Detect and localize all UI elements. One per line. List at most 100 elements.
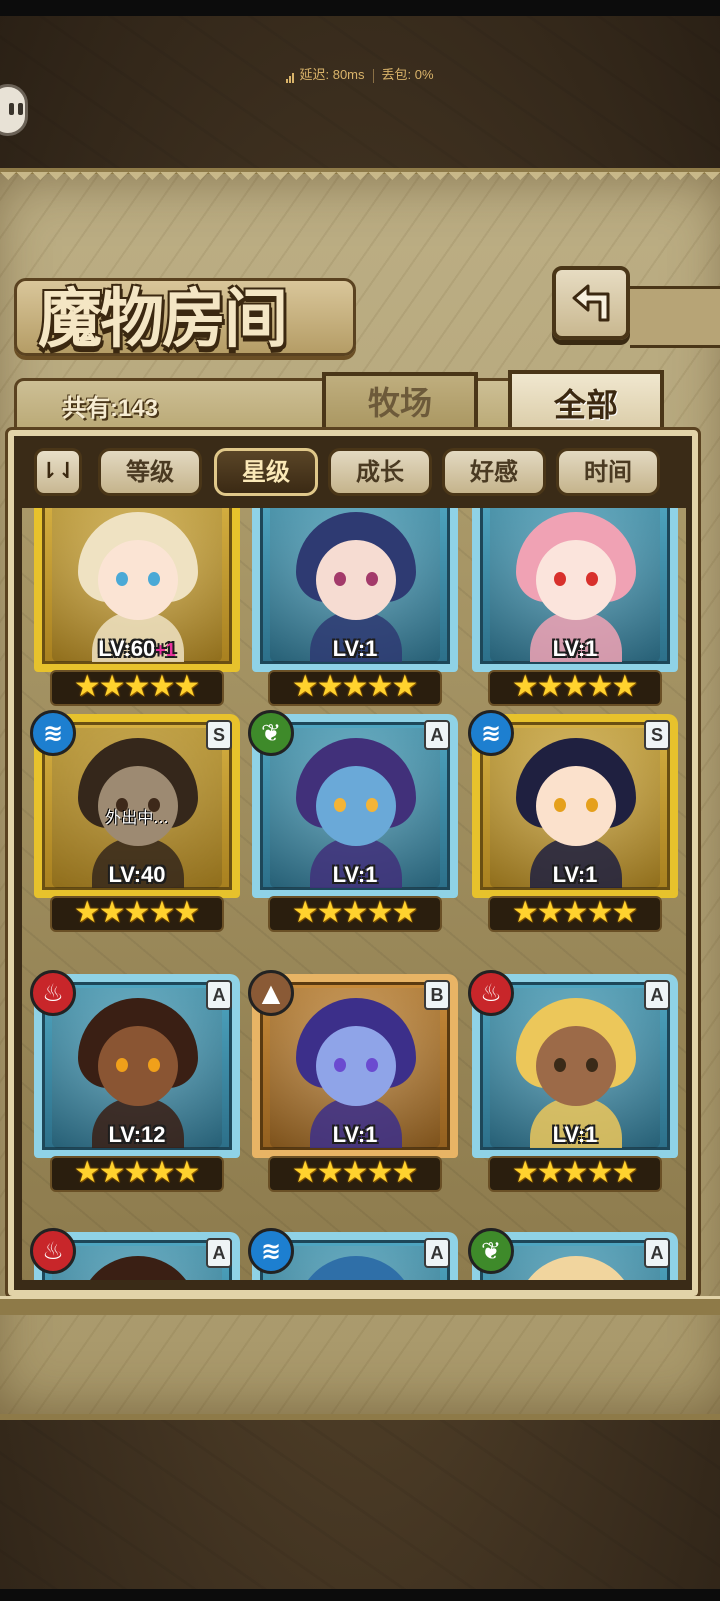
grass-element-icon: ❦ — [468, 1228, 514, 1274]
star-icon: ★ — [611, 1155, 639, 1190]
monster-card[interactable]: ▲ B LV:1 ★★★★★ — [248, 970, 458, 1214]
rank-badge: A — [644, 980, 670, 1010]
star-icon: ★ — [291, 669, 319, 704]
portrait-hair — [78, 1256, 198, 1280]
monster-level: LV:1 — [472, 636, 678, 662]
star-icon: ★ — [536, 669, 564, 704]
monster-card[interactable]: ≋ S 外出中... LV:40 ★★★★★ — [30, 710, 240, 954]
portrait-face — [536, 1026, 616, 1106]
away-status: 外出中... — [105, 808, 169, 827]
star-icon: ★ — [123, 1155, 151, 1190]
star-icon: ★ — [341, 669, 369, 704]
star-icon: ★ — [291, 895, 319, 930]
monster-count: 共有:143 — [62, 395, 159, 422]
star-icon: ★ — [123, 895, 151, 930]
monster-card[interactable]: ❦ A — [468, 1228, 678, 1280]
rank-badge: A — [424, 1238, 450, 1268]
portrait-eye — [148, 572, 160, 586]
star-icon: ★ — [173, 895, 201, 930]
star-icon: ★ — [98, 669, 126, 704]
grass-element-icon: ❦ — [248, 710, 294, 756]
floating-menu-button[interactable] — [0, 84, 28, 136]
water-element-icon: ≋ — [468, 710, 514, 756]
monster-card[interactable]: ≋ S LV:1 ★★★★★ — [468, 710, 678, 954]
monster-card[interactable]: ❦ A LV:1 ★★★★★ — [248, 710, 458, 954]
network-status: 延迟: 80ms 丢包: 0% — [0, 64, 720, 84]
back-button-base — [630, 286, 720, 348]
portrait-hair — [516, 1256, 636, 1280]
portrait-eye — [554, 572, 566, 586]
tab-ranch[interactable]: 牧场 — [322, 372, 478, 434]
monster-portrait — [52, 1246, 222, 1280]
level-text: LV:1 — [332, 1122, 378, 1147]
portrait-eye — [334, 798, 346, 812]
portrait-eye — [586, 798, 598, 812]
portrait-eye — [116, 1058, 128, 1072]
level-text: LV:1 — [552, 862, 598, 887]
status-bar — [0, 0, 720, 16]
status-divider — [372, 68, 374, 83]
sort-level-button[interactable]: 等级 — [98, 448, 202, 496]
star-rating: ★★★★★ — [50, 670, 224, 706]
earth-element-icon: ▲ — [248, 970, 294, 1016]
rank-badge: A — [206, 980, 232, 1010]
sort-star-button[interactable]: 星级 — [214, 448, 318, 496]
portrait-hair — [296, 1256, 416, 1280]
level-text: LV:60 — [98, 636, 156, 661]
monster-card[interactable]: ♨ A — [30, 1228, 240, 1280]
back-button[interactable] — [552, 266, 630, 340]
star-icon: ★ — [148, 1155, 176, 1190]
portrait-face — [98, 1026, 178, 1106]
star-icon: ★ — [586, 669, 614, 704]
monster-level: LV:1 — [252, 862, 458, 888]
star-icon: ★ — [511, 1155, 539, 1190]
star-icon: ★ — [536, 895, 564, 930]
panel-bottom-edge — [0, 1296, 720, 1315]
star-icon: ★ — [366, 1155, 394, 1190]
monster-level: LV:1 — [472, 862, 678, 888]
sort-growth-button[interactable]: 成长 — [328, 448, 432, 496]
latency-text: 延迟: 80ms — [299, 67, 365, 82]
signal-icon — [286, 68, 295, 84]
monster-level: LV:12 — [34, 1122, 240, 1148]
star-rating: ★★★★★ — [268, 670, 442, 706]
monster-level: LV:1 — [252, 1122, 458, 1148]
monster-card[interactable]: ♨ A LV:12 ★★★★★ — [30, 970, 240, 1214]
monster-card[interactable]: ♨ A LV:1 ★★★★★ — [468, 970, 678, 1214]
star-icon: ★ — [341, 1155, 369, 1190]
sort-order-toggle[interactable]: ⇂⇃ — [34, 448, 82, 496]
level-bonus: +1 — [155, 640, 176, 660]
star-icon: ★ — [611, 895, 639, 930]
monster-card[interactable]: LV:1 ★★★★★ — [252, 508, 458, 728]
portrait-face — [98, 540, 178, 620]
panel-zigzag-border — [0, 172, 720, 188]
monster-level: LV:1 — [472, 1122, 678, 1148]
monster-card[interactable]: LV:60+1 ★★★★★ — [34, 508, 240, 728]
portrait-eye — [366, 798, 378, 812]
level-text: LV:40 — [108, 862, 166, 887]
game-screen: 延迟: 80ms 丢包: 0% 魔物房间 共有:143 牧场 全部 ⇂⇃ 等级 星… — [0, 0, 720, 1601]
sort-time-button[interactable]: 时间 — [556, 448, 660, 496]
level-text: LV:1 — [552, 636, 598, 661]
portrait-face — [536, 540, 616, 620]
star-icon: ★ — [148, 895, 176, 930]
star-rating: ★★★★★ — [488, 896, 662, 932]
monster-portrait — [490, 1246, 660, 1280]
monster-card[interactable]: LV:1 ★★★★★ — [472, 508, 678, 728]
star-icon: ★ — [148, 669, 176, 704]
navigation-bar — [0, 1589, 720, 1601]
rank-badge: S — [206, 720, 232, 750]
sort-affection-button[interactable]: 好感 — [442, 448, 546, 496]
star-rating: ★★★★★ — [268, 896, 442, 932]
star-icon: ★ — [586, 1155, 614, 1190]
monster-card[interactable]: ≋ A — [248, 1228, 458, 1280]
star-icon: ★ — [98, 1155, 126, 1190]
monster-level: LV:1 — [252, 636, 458, 662]
monster-portrait — [270, 1246, 440, 1280]
star-icon: ★ — [73, 669, 101, 704]
star-icon: ★ — [173, 669, 201, 704]
level-text: LV:1 — [332, 862, 378, 887]
star-icon: ★ — [391, 1155, 419, 1190]
star-icon: ★ — [73, 1155, 101, 1190]
star-icon: ★ — [73, 895, 101, 930]
